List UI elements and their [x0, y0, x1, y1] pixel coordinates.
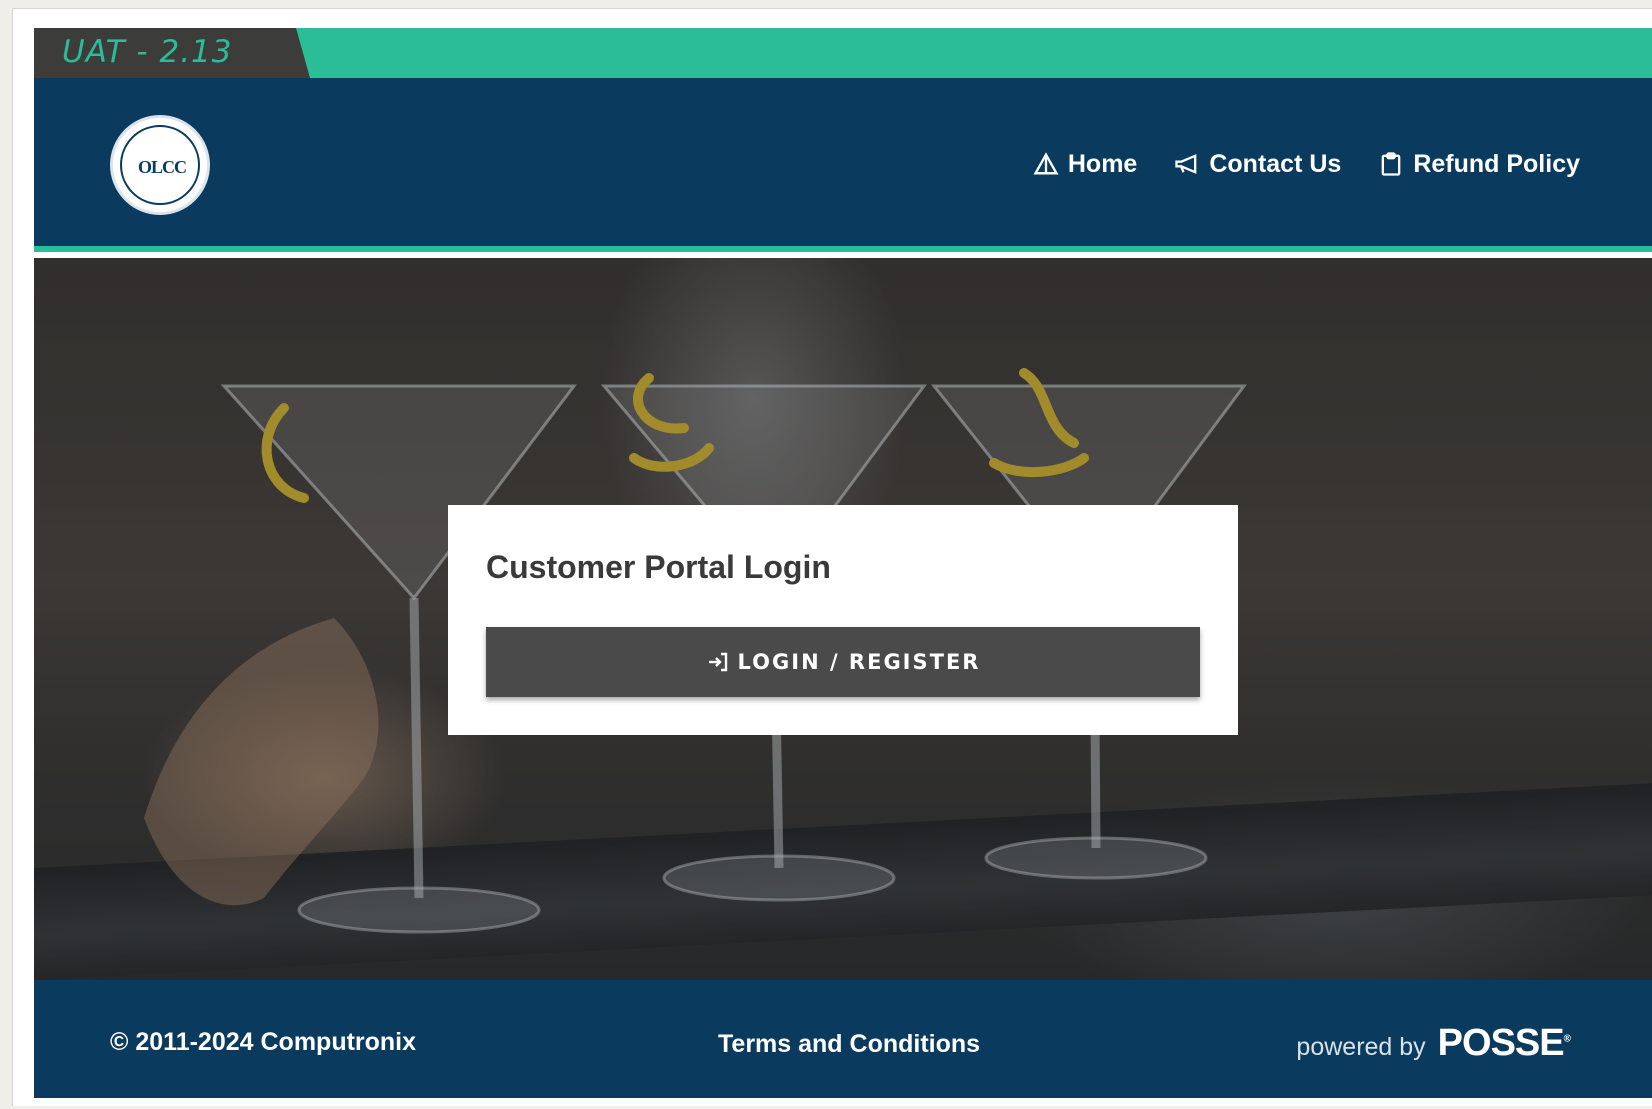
posse-trademark-mark: ® [1563, 1033, 1571, 1045]
powered-by-posse[interactable]: powered by POSSE® [1296, 1022, 1571, 1065]
olcc-logo[interactable]: OLCC [110, 115, 210, 215]
nav-home[interactable]: Home [1032, 150, 1137, 179]
login-register-label: LOGIN / REGISTER [737, 650, 981, 674]
site-header: OLCC Home Contact Us Refund Policy [34, 78, 1652, 252]
logo-text: OLCC [137, 157, 187, 177]
home-icon [1033, 152, 1059, 175]
login-title: Customer Portal Login [486, 549, 831, 585]
login-register-button[interactable]: LOGIN / REGISTER [486, 627, 1200, 697]
site-footer: © 2011-2024 Computronix Terms and Condit… [34, 980, 1652, 1098]
nav-refund-policy-label: Refund Policy [1413, 149, 1580, 178]
logo-seal: OLCC [120, 125, 200, 205]
copyright-text: © 2011-2024 Computronix [110, 1028, 417, 1056]
environment-label: UAT - 2.13 [62, 34, 233, 70]
nav-contact-us[interactable]: Contact Us [1173, 150, 1341, 179]
clipboard-icon [1381, 152, 1401, 176]
sign-in-icon [708, 652, 727, 672]
posse-logo: POSSE® [1437, 1022, 1571, 1065]
powered-by-label: powered by [1296, 1033, 1426, 1061]
nav-home-label: Home [1067, 149, 1138, 178]
main-nav: Home Contact Us Refund Policy [1032, 146, 1580, 182]
nav-contact-us-label: Contact Us [1209, 149, 1342, 178]
login-card: Customer Portal Login LOGIN / REGISTER [448, 505, 1238, 735]
megaphone-icon [1175, 154, 1197, 174]
terms-and-conditions-link[interactable]: Terms and Conditions [718, 1030, 980, 1059]
nav-refund-policy[interactable]: Refund Policy [1377, 150, 1580, 179]
posse-brand: POSSE [1437, 1022, 1565, 1064]
